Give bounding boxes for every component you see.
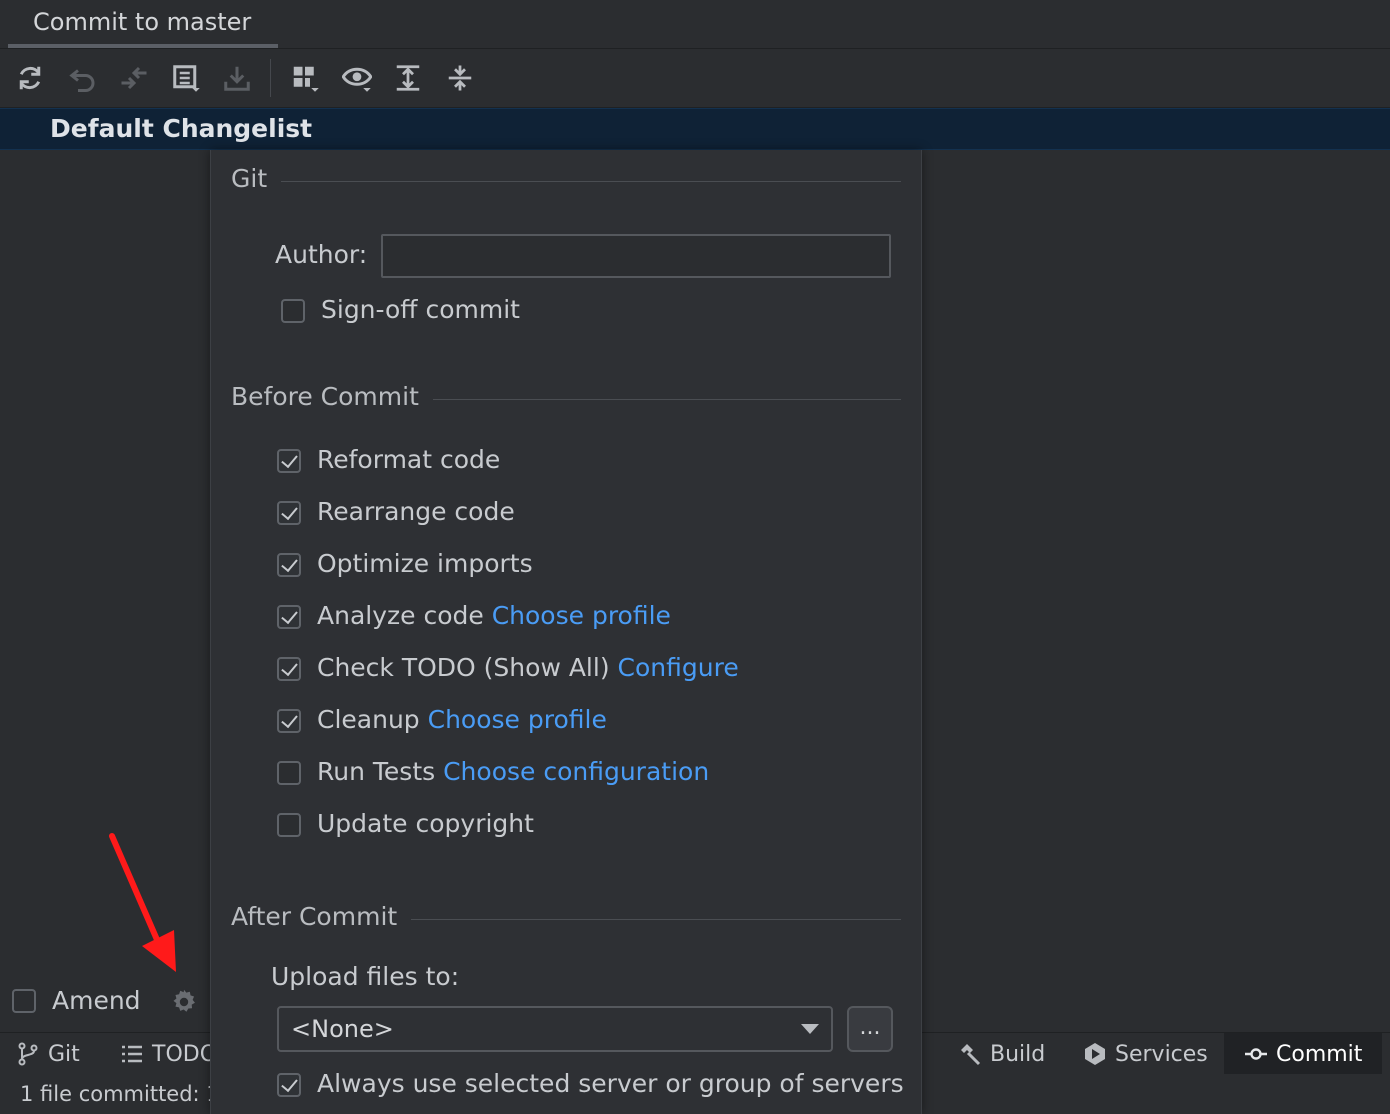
tool-tab-build-label: Build (990, 1041, 1046, 1067)
rearrange-code-checkbox[interactable] (277, 501, 301, 525)
signoff-label: Sign-off commit (321, 295, 520, 324)
after-commit-title: After Commit (231, 902, 412, 931)
gear-icon[interactable] (170, 988, 198, 1016)
always-use-server-label: Always use selected server or group of s… (317, 1069, 904, 1098)
compare-icon[interactable] (117, 61, 151, 95)
changelist-label: Default Changelist (50, 114, 313, 143)
annotation-arrow (109, 833, 176, 972)
signoff-checkbox[interactable] (281, 299, 305, 323)
hammer-icon (961, 1044, 981, 1066)
git-section-title: Git (231, 164, 282, 193)
check-todo-label: Check TODO (Show All) (317, 653, 610, 682)
check-todo-configure-link[interactable]: Configure (618, 653, 739, 682)
commit-tool-window: Commit to master Default Changelist Amen… (0, 0, 1390, 1114)
view-options-icon[interactable] (340, 61, 374, 95)
tool-tab-todo-label: TODO (152, 1041, 218, 1067)
group-by-icon[interactable] (288, 61, 322, 95)
reformat-code-label: Reformat code (317, 445, 501, 474)
update-copyright-checkbox[interactable] (277, 813, 301, 837)
upload-server-dropdown[interactable]: <None> (277, 1006, 833, 1052)
list-icon (122, 1045, 142, 1063)
tool-tab-commit-label: Commit (1276, 1041, 1363, 1067)
analyze-code-checkbox[interactable] (277, 605, 301, 629)
upload-server-value: <None> (291, 1015, 394, 1043)
optimize-imports-label: Optimize imports (317, 549, 533, 578)
chevron-down-icon (801, 1024, 819, 1034)
tab-active-indicator (8, 44, 278, 48)
collapse-all-icon[interactable] (443, 61, 477, 95)
amend-checkbox[interactable] (12, 989, 36, 1013)
run-tests-choose-configuration-link[interactable]: Choose configuration (443, 757, 709, 786)
tool-window-tab-bar: Commit to master (0, 0, 1390, 49)
commit-icon (1245, 1048, 1267, 1060)
expand-all-icon[interactable] (391, 61, 425, 95)
analyze-code-choose-profile-link[interactable]: Choose profile (492, 601, 671, 630)
always-use-server-checkbox[interactable] (277, 1073, 301, 1097)
tool-tab-services-label: Services (1115, 1041, 1208, 1067)
git-branch-icon (18, 1042, 38, 1066)
amend-row: Amend (0, 980, 210, 1028)
tool-tab-build[interactable]: Build (958, 1033, 1045, 1075)
upload-files-label: Upload files to: (271, 962, 460, 991)
git-section-divider (231, 181, 901, 182)
run-tests-checkbox[interactable] (277, 761, 301, 785)
cleanup-checkbox[interactable] (277, 709, 301, 733)
run-tests-label: Run Tests (317, 757, 436, 786)
changelist-header[interactable]: Default Changelist (0, 108, 1390, 150)
before-commit-title: Before Commit (231, 382, 433, 411)
browse-servers-button[interactable]: ... (847, 1006, 893, 1052)
rollback-icon[interactable] (66, 61, 100, 95)
optimize-imports-checkbox[interactable] (277, 553, 301, 577)
shelve-icon[interactable] (169, 61, 203, 95)
author-input[interactable] (381, 234, 891, 278)
tool-tab-git[interactable]: Git (16, 1033, 80, 1075)
tool-tab-git-label: Git (48, 1041, 80, 1067)
commit-toolbar (0, 49, 1390, 108)
author-label: Author: (275, 240, 368, 269)
services-icon (1085, 1043, 1105, 1065)
rearrange-code-label: Rearrange code (317, 497, 515, 526)
refresh-icon[interactable] (13, 61, 47, 95)
commit-options-popup: Git Author: Sign-off commit Before Commi… (210, 150, 922, 1114)
update-icon[interactable] (220, 61, 254, 95)
reformat-code-checkbox[interactable] (277, 449, 301, 473)
tool-tab-commit[interactable]: Commit (1224, 1033, 1383, 1075)
status-text: 1 file committed: 1 (20, 1082, 220, 1106)
update-copyright-label: Update copyright (317, 809, 534, 838)
cleanup-choose-profile-link[interactable]: Choose profile (428, 705, 607, 734)
toolbar-separator (270, 59, 271, 97)
tab-commit-to-master[interactable]: Commit to master (8, 0, 278, 48)
check-todo-checkbox[interactable] (277, 657, 301, 681)
analyze-code-label: Analyze code (317, 601, 484, 630)
amend-label: Amend (52, 986, 141, 1015)
cleanup-label: Cleanup (317, 705, 420, 734)
tool-tab-services[interactable]: Services (1083, 1033, 1208, 1075)
tab-label: Commit to master (33, 8, 252, 36)
tool-tab-todo[interactable]: TODO (120, 1033, 217, 1075)
